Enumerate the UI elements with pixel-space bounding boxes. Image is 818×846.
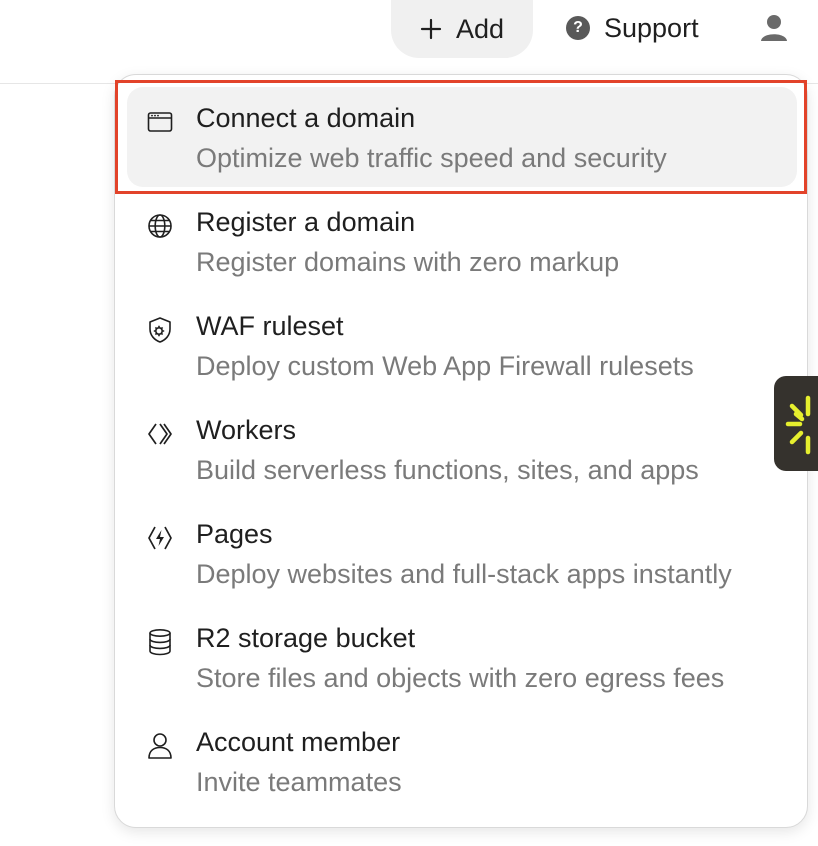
menu-item-description: Register domains with zero markup xyxy=(196,247,620,277)
add-button-label: Add xyxy=(455,13,505,44)
menu-item-title: Register a domain xyxy=(196,207,416,237)
menu-item-title: R2 storage bucket xyxy=(196,623,416,653)
globe-icon xyxy=(145,211,175,241)
workers-icon xyxy=(145,419,175,449)
menu-item-r2-storage-bucket[interactable]: R2 storage bucket Store files and object… xyxy=(127,607,797,707)
menu-item-description: Build serverless functions, sites, and a… xyxy=(196,455,699,485)
menu-item-title: Workers xyxy=(196,415,297,445)
menu-item-register-domain[interactable]: Register a domain Register domains with … xyxy=(127,191,797,291)
menu-item-account-member[interactable]: Account member Invite teammates xyxy=(127,711,797,811)
menu-item-pages[interactable]: Pages Deploy websites and full-stack app… xyxy=(127,503,797,603)
user-avatar-icon[interactable] xyxy=(756,10,792,46)
menu-item-workers[interactable]: Workers Build serverless functions, site… xyxy=(127,399,797,499)
database-icon xyxy=(145,627,175,657)
menu-item-description: Store files and objects with zero egress… xyxy=(196,663,725,693)
page: Add ? Support Connect a domain Optimize … xyxy=(0,0,818,846)
menu-item-description: Invite teammates xyxy=(196,767,402,797)
add-dropdown-menu: Connect a domain Optimize web traffic sp… xyxy=(114,74,808,828)
menu-item-title: WAF ruleset xyxy=(196,311,344,341)
menu-item-title: Connect a domain xyxy=(196,103,416,133)
top-header: Add ? Support xyxy=(0,0,818,84)
menu-item-waf-ruleset[interactable]: WAF ruleset Deploy custom Web App Firewa… xyxy=(127,295,797,395)
menu-item-title: Account member xyxy=(196,727,401,757)
menu-item-description: Deploy custom Web App Firewall rulesets xyxy=(196,351,694,381)
add-button[interactable]: Add xyxy=(391,0,533,58)
support-label: Support xyxy=(604,12,699,43)
help-circle-icon: ? xyxy=(566,16,590,40)
pages-icon xyxy=(145,523,175,553)
browser-window-icon xyxy=(145,107,175,137)
menu-item-description: Deploy websites and full-stack apps inst… xyxy=(196,559,732,589)
shield-gear-icon xyxy=(145,315,175,345)
menu-item-title: Pages xyxy=(196,519,273,549)
sparkle-icon xyxy=(785,395,811,455)
user-icon xyxy=(145,731,175,761)
menu-item-description: Optimize web traffic speed and security xyxy=(196,143,667,173)
plus-icon xyxy=(420,18,442,40)
menu-item-connect-domain[interactable]: Connect a domain Optimize web traffic sp… xyxy=(127,87,797,187)
support-link[interactable]: ? Support xyxy=(566,8,699,48)
feedback-widget-button[interactable] xyxy=(774,376,818,471)
